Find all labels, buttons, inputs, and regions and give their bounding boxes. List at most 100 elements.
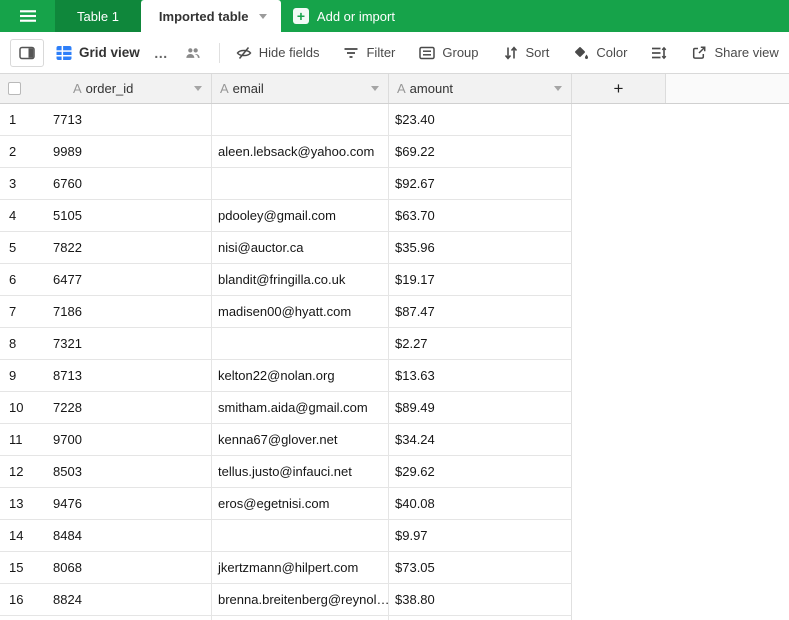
row-number-cell[interactable]: 6 [0, 264, 46, 296]
filter-button[interactable]: Filter [343, 45, 395, 61]
row-number-cell[interactable]: 3 [0, 168, 46, 200]
cell-amount[interactable]: $19.17 [389, 264, 572, 296]
cell-amount[interactable]: $38.80 [389, 584, 572, 616]
cell-email[interactable]: brenna.breitenberg@reynol… [212, 584, 389, 616]
cell-order-id[interactable]: 6760 [46, 168, 212, 200]
cell-order-id[interactable] [46, 616, 212, 620]
row-number-cell[interactable]: 4 [0, 200, 46, 232]
row-number-cell[interactable]: 7 [0, 296, 46, 328]
cell-email[interactable]: madisen00@hyatt.com [212, 296, 389, 328]
row-number-cell[interactable]: 11 [0, 424, 46, 456]
table-tabs-bar: Table 1 Imported table + Add or import [0, 0, 789, 32]
hide-fields-button[interactable]: Hide fields [236, 45, 320, 61]
cell-amount[interactable]: $87.47 [389, 296, 572, 328]
cell-email[interactable]: smitham.aida@gmail.com [212, 392, 389, 424]
sort-button[interactable]: Sort [503, 45, 550, 61]
row-number-cell[interactable]: 12 [0, 456, 46, 488]
cell-order-id[interactable]: 5105 [46, 200, 212, 232]
cell-amount[interactable]: $9.97 [389, 520, 572, 552]
column-header-email[interactable]: A email [212, 74, 389, 103]
cell-order-id[interactable]: 8503 [46, 456, 212, 488]
add-or-import-button[interactable]: + Add or import [281, 0, 407, 32]
table-row: 119700kenna67@glover.net$34.24 [0, 424, 789, 456]
cell-amount[interactable] [389, 616, 572, 620]
cell-email[interactable] [212, 520, 389, 552]
cell-amount[interactable]: $89.49 [389, 392, 572, 424]
cell-order-id[interactable]: 8484 [46, 520, 212, 552]
cell-amount[interactable]: $34.24 [389, 424, 572, 456]
add-field-button[interactable]: + [572, 74, 666, 103]
cell-email[interactable] [212, 328, 389, 360]
cell-email[interactable]: blandit@fringilla.co.uk [212, 264, 389, 296]
color-label: Color [596, 45, 627, 60]
cell-amount[interactable]: $63.70 [389, 200, 572, 232]
column-menu-chevron-icon[interactable] [194, 86, 202, 91]
cell-amount[interactable]: $23.40 [389, 104, 572, 136]
cell-order-id[interactable]: 7822 [46, 232, 212, 264]
cell-email[interactable] [212, 616, 389, 620]
cell-email[interactable]: pdooley@gmail.com [212, 200, 389, 232]
tab-imported-table[interactable]: Imported table [141, 0, 281, 32]
row-number-cell[interactable] [0, 616, 46, 620]
cell-order-id[interactable]: 8824 [46, 584, 212, 616]
cell-order-id[interactable]: 8068 [46, 552, 212, 584]
cell-email[interactable]: nisi@auctor.ca [212, 232, 389, 264]
cell-order-id[interactable]: 8713 [46, 360, 212, 392]
cell-amount[interactable]: $92.67 [389, 168, 572, 200]
cell-email[interactable]: kenna67@glover.net [212, 424, 389, 456]
cell-order-id[interactable]: 7713 [46, 104, 212, 136]
row-number-cell[interactable]: 2 [0, 136, 46, 168]
column-header-order-id[interactable]: A order_id [46, 74, 212, 103]
tab-table-1[interactable]: Table 1 [55, 0, 141, 32]
cell-amount[interactable]: $13.63 [389, 360, 572, 392]
cell-order-id[interactable]: 7321 [46, 328, 212, 360]
row-number-cell[interactable]: 16 [0, 584, 46, 616]
cell-email[interactable]: kelton22@nolan.org [212, 360, 389, 392]
cell-order-id[interactable]: 6477 [46, 264, 212, 296]
row-number-cell[interactable]: 14 [0, 520, 46, 552]
single-line-text-field-icon: A [73, 81, 82, 96]
cell-email[interactable] [212, 168, 389, 200]
cell-email[interactable]: jkertzmann@hilpert.com [212, 552, 389, 584]
column-menu-chevron-icon[interactable] [371, 86, 379, 91]
cell-amount[interactable]: $35.96 [389, 232, 572, 264]
view-switcher[interactable]: Grid view [56, 45, 140, 61]
cell-amount[interactable]: $73.05 [389, 552, 572, 584]
row-number-cell[interactable]: 13 [0, 488, 46, 520]
cell-order-id[interactable]: 7228 [46, 392, 212, 424]
cell-amount[interactable]: $40.08 [389, 488, 572, 520]
cell-email[interactable] [212, 104, 389, 136]
grid-header-row: A order_id A email A amount + [0, 74, 789, 104]
view-more-button[interactable]: … [154, 45, 169, 61]
cell-amount[interactable]: $2.27 [389, 328, 572, 360]
select-all-cell [0, 74, 46, 103]
select-all-checkbox[interactable] [8, 82, 21, 95]
color-button[interactable]: Color [573, 45, 627, 61]
share-view-label: Share view [714, 45, 778, 60]
row-height-button[interactable] [651, 45, 667, 61]
row-number-cell[interactable]: 1 [0, 104, 46, 136]
row-number-cell[interactable]: 15 [0, 552, 46, 584]
cell-email[interactable]: eros@egetnisi.com [212, 488, 389, 520]
row-number-cell[interactable]: 8 [0, 328, 46, 360]
cell-order-id[interactable]: 9989 [46, 136, 212, 168]
group-button[interactable]: Group [419, 45, 478, 61]
collaborators-button[interactable] [185, 45, 201, 61]
column-header-amount[interactable]: A amount [389, 74, 572, 103]
chevron-down-icon[interactable] [259, 14, 267, 19]
column-menu-chevron-icon[interactable] [554, 86, 562, 91]
cell-email[interactable]: tellus.justo@infauci.net [212, 456, 389, 488]
row-number-cell[interactable]: 5 [0, 232, 46, 264]
hamburger-menu-button[interactable] [0, 0, 55, 32]
cell-order-id[interactable]: 9700 [46, 424, 212, 456]
sidebar-toggle-button[interactable] [10, 39, 44, 67]
share-view-button[interactable]: Share view [691, 45, 778, 61]
cell-amount[interactable]: $69.22 [389, 136, 572, 168]
cell-amount[interactable]: $29.62 [389, 456, 572, 488]
cell-email[interactable]: aleen.lebsack@yahoo.com [212, 136, 389, 168]
tab-label: Imported table [159, 9, 249, 24]
cell-order-id[interactable]: 9476 [46, 488, 212, 520]
cell-order-id[interactable]: 7186 [46, 296, 212, 328]
row-number-cell[interactable]: 10 [0, 392, 46, 424]
row-number-cell[interactable]: 9 [0, 360, 46, 392]
